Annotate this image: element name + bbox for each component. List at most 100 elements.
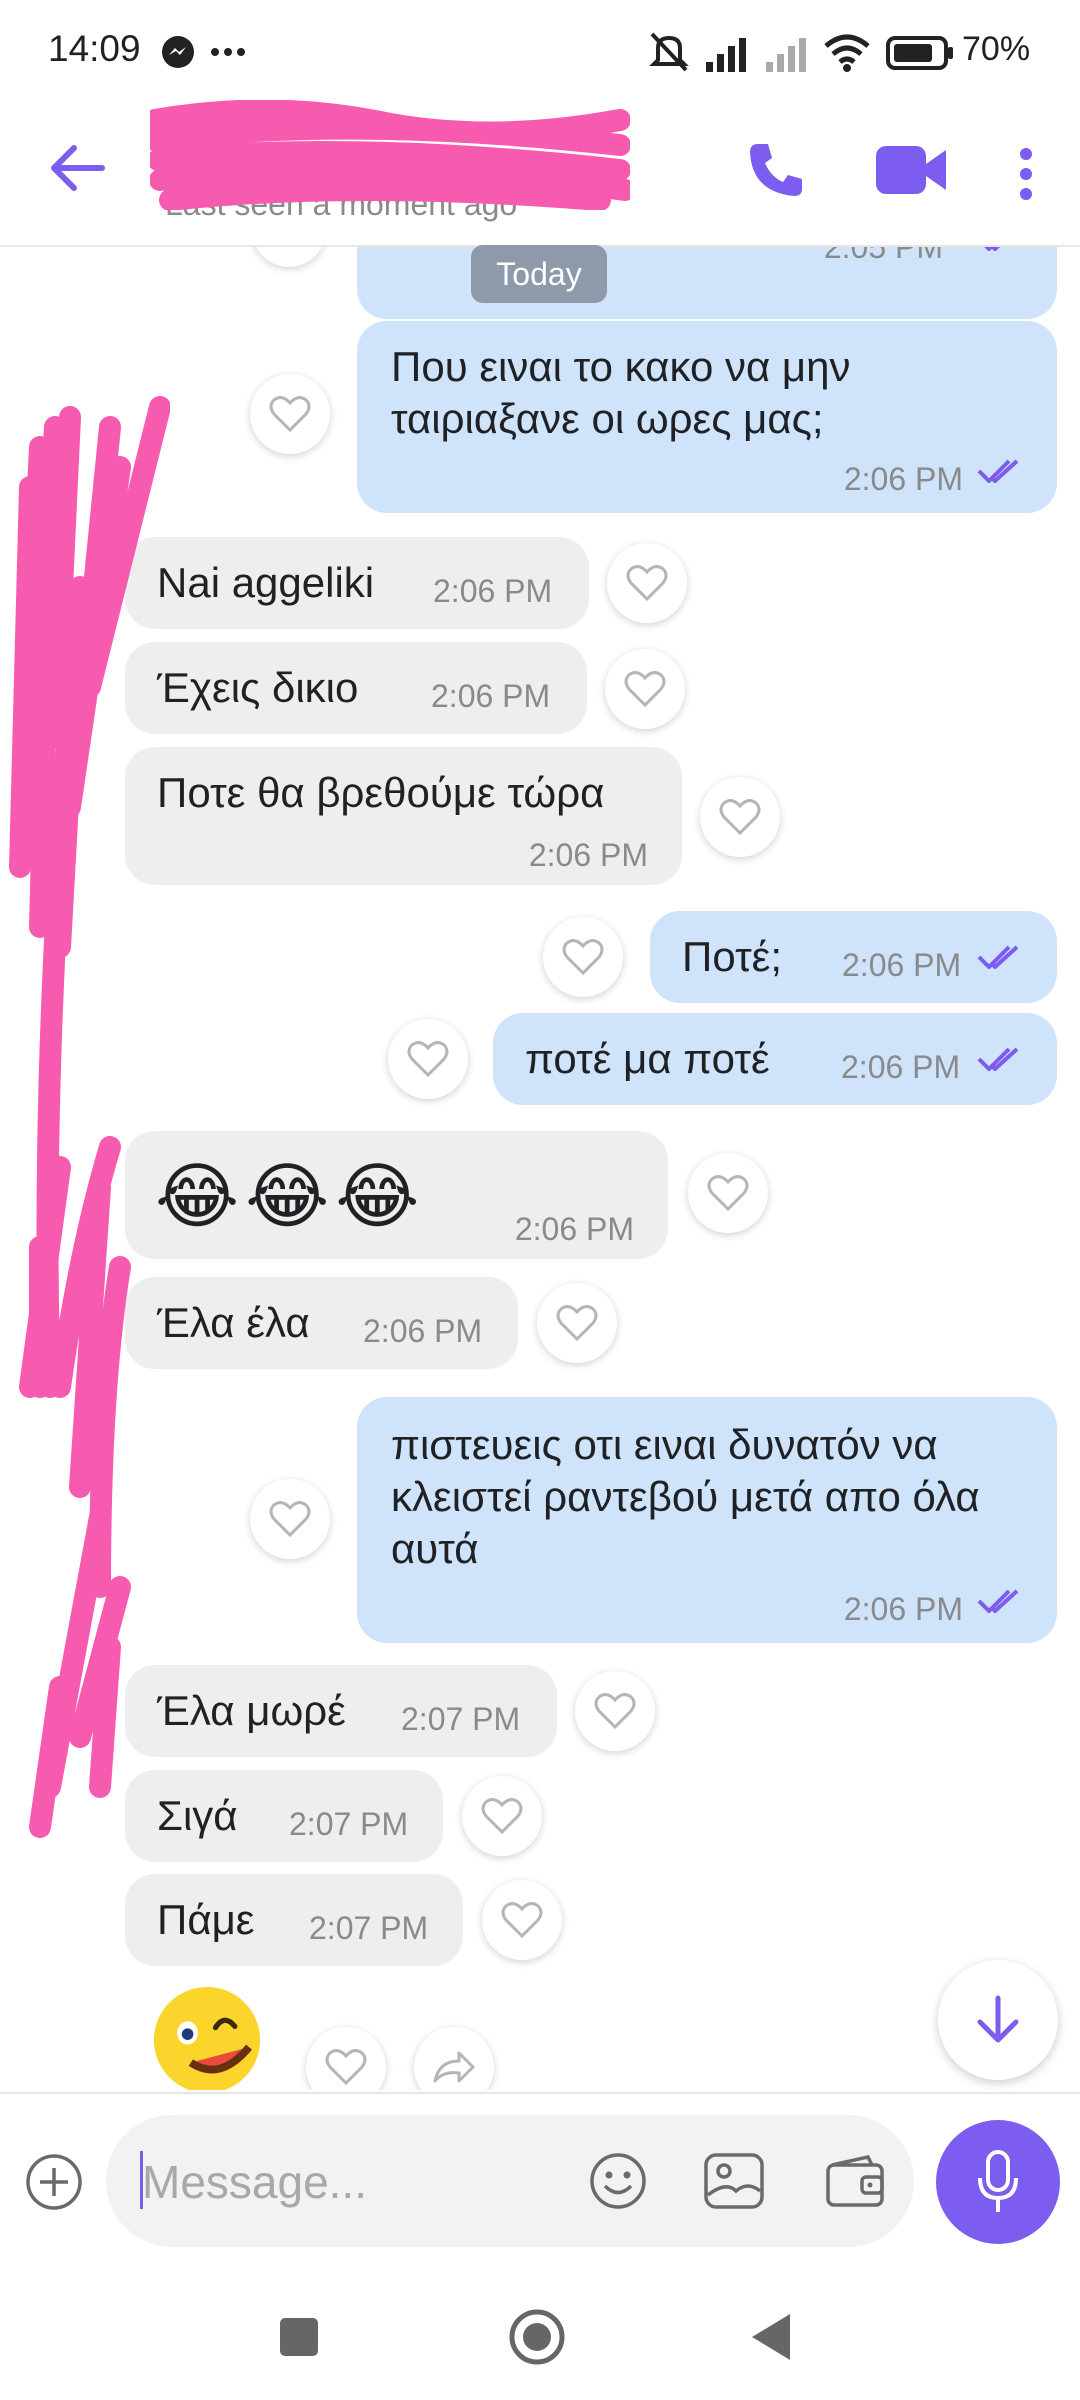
message-text: 😂😂😂 bbox=[155, 1157, 426, 1237]
wifi-icon bbox=[824, 34, 870, 72]
share-icon bbox=[433, 2051, 475, 2083]
heart-icon bbox=[269, 1501, 311, 1538]
heart-icon bbox=[501, 1902, 543, 1939]
message-time: 2:06 PM bbox=[843, 461, 963, 497]
reaction-heart-button[interactable] bbox=[252, 247, 326, 267]
back-icon[interactable] bbox=[750, 2312, 792, 2362]
message-time: 2:07 PM bbox=[309, 1910, 429, 1946]
more-vert-icon[interactable] bbox=[1018, 146, 1034, 202]
reaction-heart-button[interactable] bbox=[306, 2027, 386, 2090]
gallery-icon[interactable] bbox=[702, 2151, 766, 2211]
message-time: 2:06 PM bbox=[363, 1313, 483, 1349]
home-icon[interactable] bbox=[508, 2308, 566, 2366]
message-bubble-incoming[interactable]: Έλα έλα 2:06 PM bbox=[125, 1277, 518, 1369]
system-nav-bar bbox=[0, 2272, 1080, 2400]
message-time: 2:06 PM bbox=[841, 1049, 961, 1085]
message-time: 2:05 PM bbox=[823, 247, 943, 265]
message-bubble-incoming[interactable]: Σιγά 2:07 PM bbox=[125, 1770, 443, 1862]
emoji-icon[interactable] bbox=[588, 2151, 648, 2211]
add-icon[interactable] bbox=[24, 2152, 84, 2212]
message-time: 2:07 PM bbox=[401, 1701, 521, 1737]
reaction-heart-button[interactable] bbox=[605, 649, 685, 729]
message-list[interactable]: 2:05 PM Που ειναι το κακο να μην ταιριαξ… bbox=[0, 247, 1080, 2090]
redaction-scribble bbox=[150, 100, 630, 210]
heart-icon bbox=[719, 799, 761, 836]
message-text: πιστευεις οτι ειναι δυνατόν να κλειστεί … bbox=[391, 1421, 980, 1572]
heart-icon bbox=[626, 565, 668, 602]
reaction-heart-button[interactable] bbox=[250, 374, 330, 454]
double-check-icon bbox=[977, 1589, 1019, 1613]
reaction-heart-button[interactable] bbox=[250, 1479, 330, 1559]
message-bubble-incoming[interactable]: Nai aggeliki 2:06 PM bbox=[125, 537, 589, 629]
signal-icon bbox=[706, 38, 746, 72]
heart-icon bbox=[624, 671, 666, 708]
message-text: Έλα μωρέ bbox=[157, 1687, 346, 1734]
message-input[interactable]: Message... bbox=[106, 2115, 914, 2247]
share-button[interactable] bbox=[414, 2027, 494, 2090]
message-time: 2:06 PM bbox=[431, 678, 551, 714]
message-bubble-outgoing[interactable]: ποτέ μα ποτέ 2:06 PM bbox=[493, 1013, 1057, 1105]
heart-icon bbox=[481, 1798, 523, 1835]
silent-icon bbox=[649, 32, 689, 72]
double-check-icon bbox=[984, 247, 1001, 251]
scroll-down-button[interactable] bbox=[938, 1960, 1058, 2080]
message-time: 2:06 PM bbox=[528, 837, 648, 873]
heart-icon bbox=[594, 1693, 636, 1730]
more-notifications-icon bbox=[211, 48, 245, 56]
message-text: Έχεις δικιο bbox=[157, 664, 359, 711]
reaction-heart-button[interactable] bbox=[543, 917, 623, 997]
message-time: 2:06 PM bbox=[842, 947, 962, 983]
heart-icon bbox=[562, 939, 604, 976]
reaction-heart-button[interactable] bbox=[482, 1880, 562, 1960]
reaction-heart-button[interactable] bbox=[688, 1153, 768, 1233]
message-bubble-incoming[interactable]: Έλα μωρέ 2:07 PM bbox=[125, 1665, 557, 1757]
reaction-heart-button[interactable] bbox=[700, 777, 780, 857]
date-divider: Today bbox=[471, 245, 607, 303]
scroll-down-icon bbox=[977, 1995, 1019, 2043]
reaction-heart-button[interactable] bbox=[607, 543, 687, 623]
status-time: 14:09 bbox=[48, 28, 141, 69]
mic-icon bbox=[978, 2150, 1018, 2212]
heart-icon bbox=[269, 396, 311, 433]
message-text: Ποτε θα βρεθούμε τώρα bbox=[157, 769, 605, 816]
message-bubble-outgoing[interactable]: 2:05 PM bbox=[357, 247, 1057, 319]
message-bubble-outgoing[interactable]: Ποτέ; 2:06 PM bbox=[650, 911, 1057, 1003]
message-text: Που ειναι το κακο να μην ταιριαξανε οι ω… bbox=[391, 343, 851, 442]
message-bubble-incoming[interactable]: 😂😂😂 2:06 PM bbox=[125, 1131, 668, 1259]
message-bubble-incoming[interactable]: Έχεις δικιο 2:06 PM bbox=[125, 642, 587, 734]
reaction-heart-button[interactable] bbox=[388, 1019, 468, 1099]
message-bubble-outgoing[interactable]: Που ειναι το κακο να μην ταιριαξανε οι ω… bbox=[357, 321, 1057, 513]
message-time: 2:06 PM bbox=[433, 573, 553, 609]
message-time: 2:07 PM bbox=[289, 1806, 409, 1842]
reaction-heart-button[interactable] bbox=[575, 1671, 655, 1751]
back-arrow-icon[interactable] bbox=[48, 142, 106, 194]
heart-icon bbox=[707, 1175, 749, 1212]
double-check-icon bbox=[977, 945, 1019, 969]
message-text: Πάμε bbox=[157, 1896, 255, 1943]
reaction-heart-button[interactable] bbox=[462, 1776, 542, 1856]
double-check-icon bbox=[977, 1047, 1019, 1071]
recents-icon[interactable] bbox=[278, 2316, 320, 2358]
message-text: Nai aggeliki bbox=[157, 559, 375, 606]
message-placeholder: Message... bbox=[142, 2156, 367, 2208]
phone-icon[interactable] bbox=[746, 140, 806, 200]
message-bubble-incoming[interactable]: Πάμε 2:07 PM bbox=[125, 1874, 463, 1966]
reaction-heart-button[interactable] bbox=[537, 1283, 617, 1363]
message-bubble-incoming[interactable]: Ποτε θα βρεθούμε τώρα 2:06 PM bbox=[125, 747, 682, 885]
signal-2-icon bbox=[766, 38, 806, 72]
message-bubble-outgoing[interactable]: πιστευεις οτι ειναι δυνατόν να κλειστεί … bbox=[357, 1397, 1057, 1643]
double-check-icon bbox=[977, 459, 1019, 483]
message-time: 2:06 PM bbox=[514, 1211, 634, 1247]
messenger-icon bbox=[162, 36, 194, 68]
redaction-scribble bbox=[9, 396, 170, 1838]
heart-icon bbox=[407, 1041, 449, 1078]
heart-icon bbox=[325, 2049, 367, 2086]
video-call-icon[interactable] bbox=[874, 142, 948, 198]
message-text: Έλα έλα bbox=[157, 1299, 310, 1346]
voice-message-button[interactable] bbox=[936, 2120, 1060, 2244]
heart-icon bbox=[556, 1305, 598, 1342]
battery-percent: 70% bbox=[962, 30, 1031, 68]
wallet-icon[interactable] bbox=[824, 2153, 888, 2209]
battery-icon bbox=[886, 36, 953, 70]
message-text: ποτέ μα ποτέ bbox=[525, 1035, 770, 1082]
